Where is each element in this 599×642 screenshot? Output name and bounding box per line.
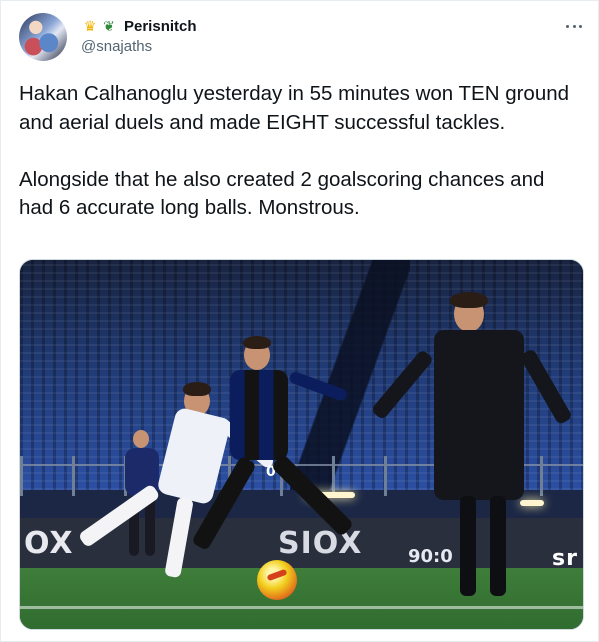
inter-player-calhanoglu: 0 — [191, 336, 370, 590]
football — [257, 560, 297, 600]
author-name-row: ♛ ❦ Perisnitch — [81, 15, 197, 37]
author-display-name[interactable]: Perisnitch — [124, 18, 197, 35]
tweet-text: Hakan Calhanoglu yesterday in 55 minutes… — [19, 82, 570, 220]
coach — [370, 292, 573, 616]
more-options-icon[interactable] — [563, 19, 585, 33]
dragon-emoji-icon: ❦ — [103, 18, 115, 34]
avatar[interactable] — [19, 13, 67, 61]
tweet-media-image[interactable]: OX SIOX 90:0 sr 0 — [19, 259, 584, 630]
tweet-card: ♛ ❦ Perisnitch @snajaths Hakan Calhanogl… — [0, 0, 599, 642]
crown-emoji-icon: ♛ — [83, 18, 97, 34]
author-handle[interactable]: @snajaths — [81, 38, 152, 55]
